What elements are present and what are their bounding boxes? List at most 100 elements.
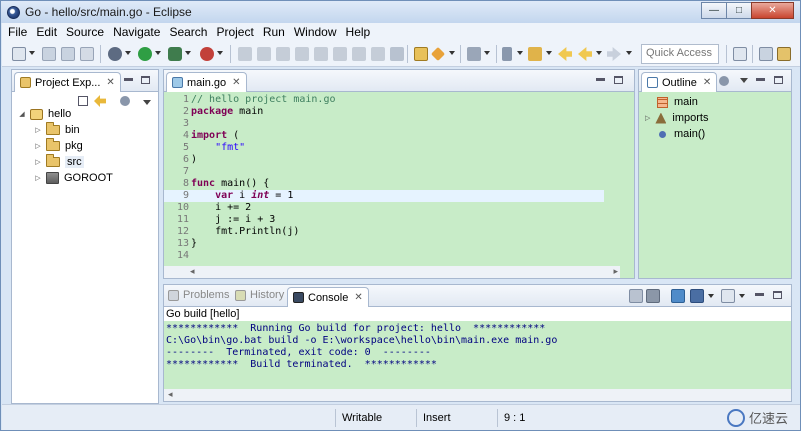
view-menu-options-icon[interactable] — [120, 96, 130, 106]
disconnect-icon[interactable] — [295, 47, 309, 61]
print-icon[interactable] — [80, 47, 94, 61]
outline-options-icon[interactable] — [719, 76, 729, 86]
chevron-down-icon[interactable] — [449, 51, 455, 55]
drop-to-frame-icon[interactable] — [371, 47, 385, 61]
chevron-down-icon[interactable] — [217, 51, 223, 55]
chevron-down-icon[interactable] — [155, 51, 161, 55]
close-button[interactable]: ✕ — [751, 2, 794, 19]
code-line[interactable]: 6) — [175, 154, 604, 166]
run-icon[interactable] — [138, 47, 152, 61]
java-perspective-icon[interactable] — [759, 47, 773, 61]
code-line[interactable]: 14 — [175, 250, 604, 262]
outline-item[interactable]: ▷ imports — [645, 110, 708, 126]
pin-icon[interactable] — [502, 47, 512, 61]
open-console-icon[interactable] — [721, 289, 735, 303]
tab-history[interactable]: History — [235, 289, 284, 301]
pin-console-icon[interactable] — [671, 289, 685, 303]
outline-item[interactable]: main — [645, 94, 698, 110]
maximize-view-icon[interactable] — [773, 291, 782, 299]
console-horizontal-scrollbar[interactable]: ◂ — [164, 389, 791, 401]
minimize-view-icon[interactable] — [756, 78, 765, 81]
code-line[interactable]: 2 package main — [175, 106, 604, 118]
new-icon[interactable] — [12, 47, 26, 61]
chevron-down-icon[interactable] — [708, 294, 714, 298]
chevron-down-icon[interactable] — [626, 51, 632, 55]
close-icon[interactable]: ✕ — [106, 77, 114, 88]
chevron-down-icon[interactable] — [596, 51, 602, 55]
menu-file[interactable]: File — [8, 25, 27, 39]
step-icon[interactable] — [238, 47, 252, 61]
maximize-button[interactable]: □ — [726, 2, 752, 19]
chevron-down-icon[interactable] — [484, 51, 490, 55]
code-line[interactable]: 5 "fmt" — [175, 142, 604, 154]
chevron-down-icon[interactable] — [546, 51, 552, 55]
back-icon[interactable] — [578, 47, 592, 61]
outline-item[interactable]: main() — [645, 126, 705, 142]
next-annotation-icon[interactable] — [467, 47, 481, 61]
menu-navigate[interactable]: Navigate — [113, 25, 160, 39]
chevron-down-icon[interactable] — [740, 78, 748, 83]
minimize-view-icon[interactable] — [596, 78, 605, 81]
code-line[interactable]: 12 fmt.Println(j) — [175, 226, 604, 238]
tab-problems[interactable]: Problems — [168, 289, 229, 301]
code-line[interactable]: 11 j := i + 3 — [175, 214, 604, 226]
code-line[interactable]: 4 import ( — [175, 130, 604, 142]
chevron-down-icon[interactable] — [125, 51, 131, 55]
collapse-all-icon[interactable] — [78, 96, 88, 106]
collapsed-twisty-icon[interactable]: ▷ — [34, 142, 42, 150]
debug-icon[interactable] — [168, 47, 182, 61]
menu-search[interactable]: Search — [169, 25, 207, 39]
menu-run[interactable]: Run — [263, 25, 285, 39]
chevron-down-icon[interactable] — [517, 51, 523, 55]
scroll-lock-icon[interactable] — [646, 289, 660, 303]
minimize-view-icon[interactable] — [124, 78, 133, 81]
tab-console[interactable]: Console ✕ — [287, 287, 369, 307]
forward-icon[interactable] — [607, 47, 621, 61]
scroll-right-icon[interactable]: ▸ — [613, 266, 618, 277]
open-type-icon[interactable] — [414, 47, 428, 61]
tree-item[interactable]: ▷ GOROOT — [18, 170, 158, 186]
quick-access-input[interactable]: Quick Access — [641, 44, 719, 64]
menu-project[interactable]: Project — [216, 25, 253, 39]
code-line[interactable]: 3 — [175, 118, 604, 130]
menu-help[interactable]: Help — [346, 25, 371, 39]
code-line[interactable]: 8 func main() { — [175, 178, 604, 190]
expanded-twisty-icon[interactable]: ◢ — [18, 110, 26, 118]
save-all-icon[interactable] — [61, 47, 75, 61]
scroll-left-icon[interactable]: ◂ — [168, 389, 173, 400]
tree-item[interactable]: ◢ hello — [18, 106, 158, 122]
chevron-down-icon[interactable] — [143, 100, 151, 105]
gear-icon[interactable] — [108, 47, 122, 61]
clear-console-icon[interactable] — [629, 289, 643, 303]
chevron-down-icon[interactable] — [739, 294, 745, 298]
code-line[interactable]: 13} — [175, 238, 604, 250]
save-icon[interactable] — [42, 47, 56, 61]
collapsed-twisty-icon[interactable]: ▷ — [645, 114, 650, 122]
collapsed-twisty-icon[interactable]: ▷ — [34, 126, 42, 134]
close-icon[interactable]: ✕ — [354, 292, 362, 303]
tree-item[interactable]: ▷ src — [18, 154, 158, 170]
step-return-icon[interactable] — [352, 47, 366, 61]
code-line[interactable]: 7 — [175, 166, 604, 178]
tree-item[interactable]: ▷ bin — [18, 122, 158, 138]
tab-outline[interactable]: Outline ✕ — [641, 72, 718, 92]
step-over-icon[interactable] — [333, 47, 347, 61]
maximize-view-icon[interactable] — [141, 76, 150, 84]
editor-horizontal-scrollbar[interactable]: ◂ ▸ — [164, 266, 620, 278]
menu-window[interactable]: Window — [294, 25, 337, 39]
last-edit-icon[interactable] — [528, 47, 542, 61]
chevron-down-icon[interactable] — [29, 51, 35, 55]
go-perspective-icon[interactable] — [777, 47, 791, 61]
tree-item[interactable]: ▷ pkg — [18, 138, 158, 154]
close-icon[interactable]: ✕ — [232, 77, 240, 88]
tab-project-explorer[interactable]: Project Exp... ✕ — [14, 72, 121, 92]
minimize-view-icon[interactable] — [755, 293, 764, 296]
external-tools-icon[interactable] — [200, 47, 214, 61]
tab-main-go[interactable]: main.go ✕ — [166, 72, 247, 92]
collapsed-twisty-icon[interactable]: ▷ — [34, 158, 42, 166]
scroll-left-icon[interactable]: ◂ — [190, 266, 195, 277]
display-console-icon[interactable] — [690, 289, 704, 303]
chevron-down-icon[interactable] — [185, 51, 191, 55]
code-line[interactable]: 10 i += 2 — [175, 202, 604, 214]
maximize-view-icon[interactable] — [774, 76, 783, 84]
